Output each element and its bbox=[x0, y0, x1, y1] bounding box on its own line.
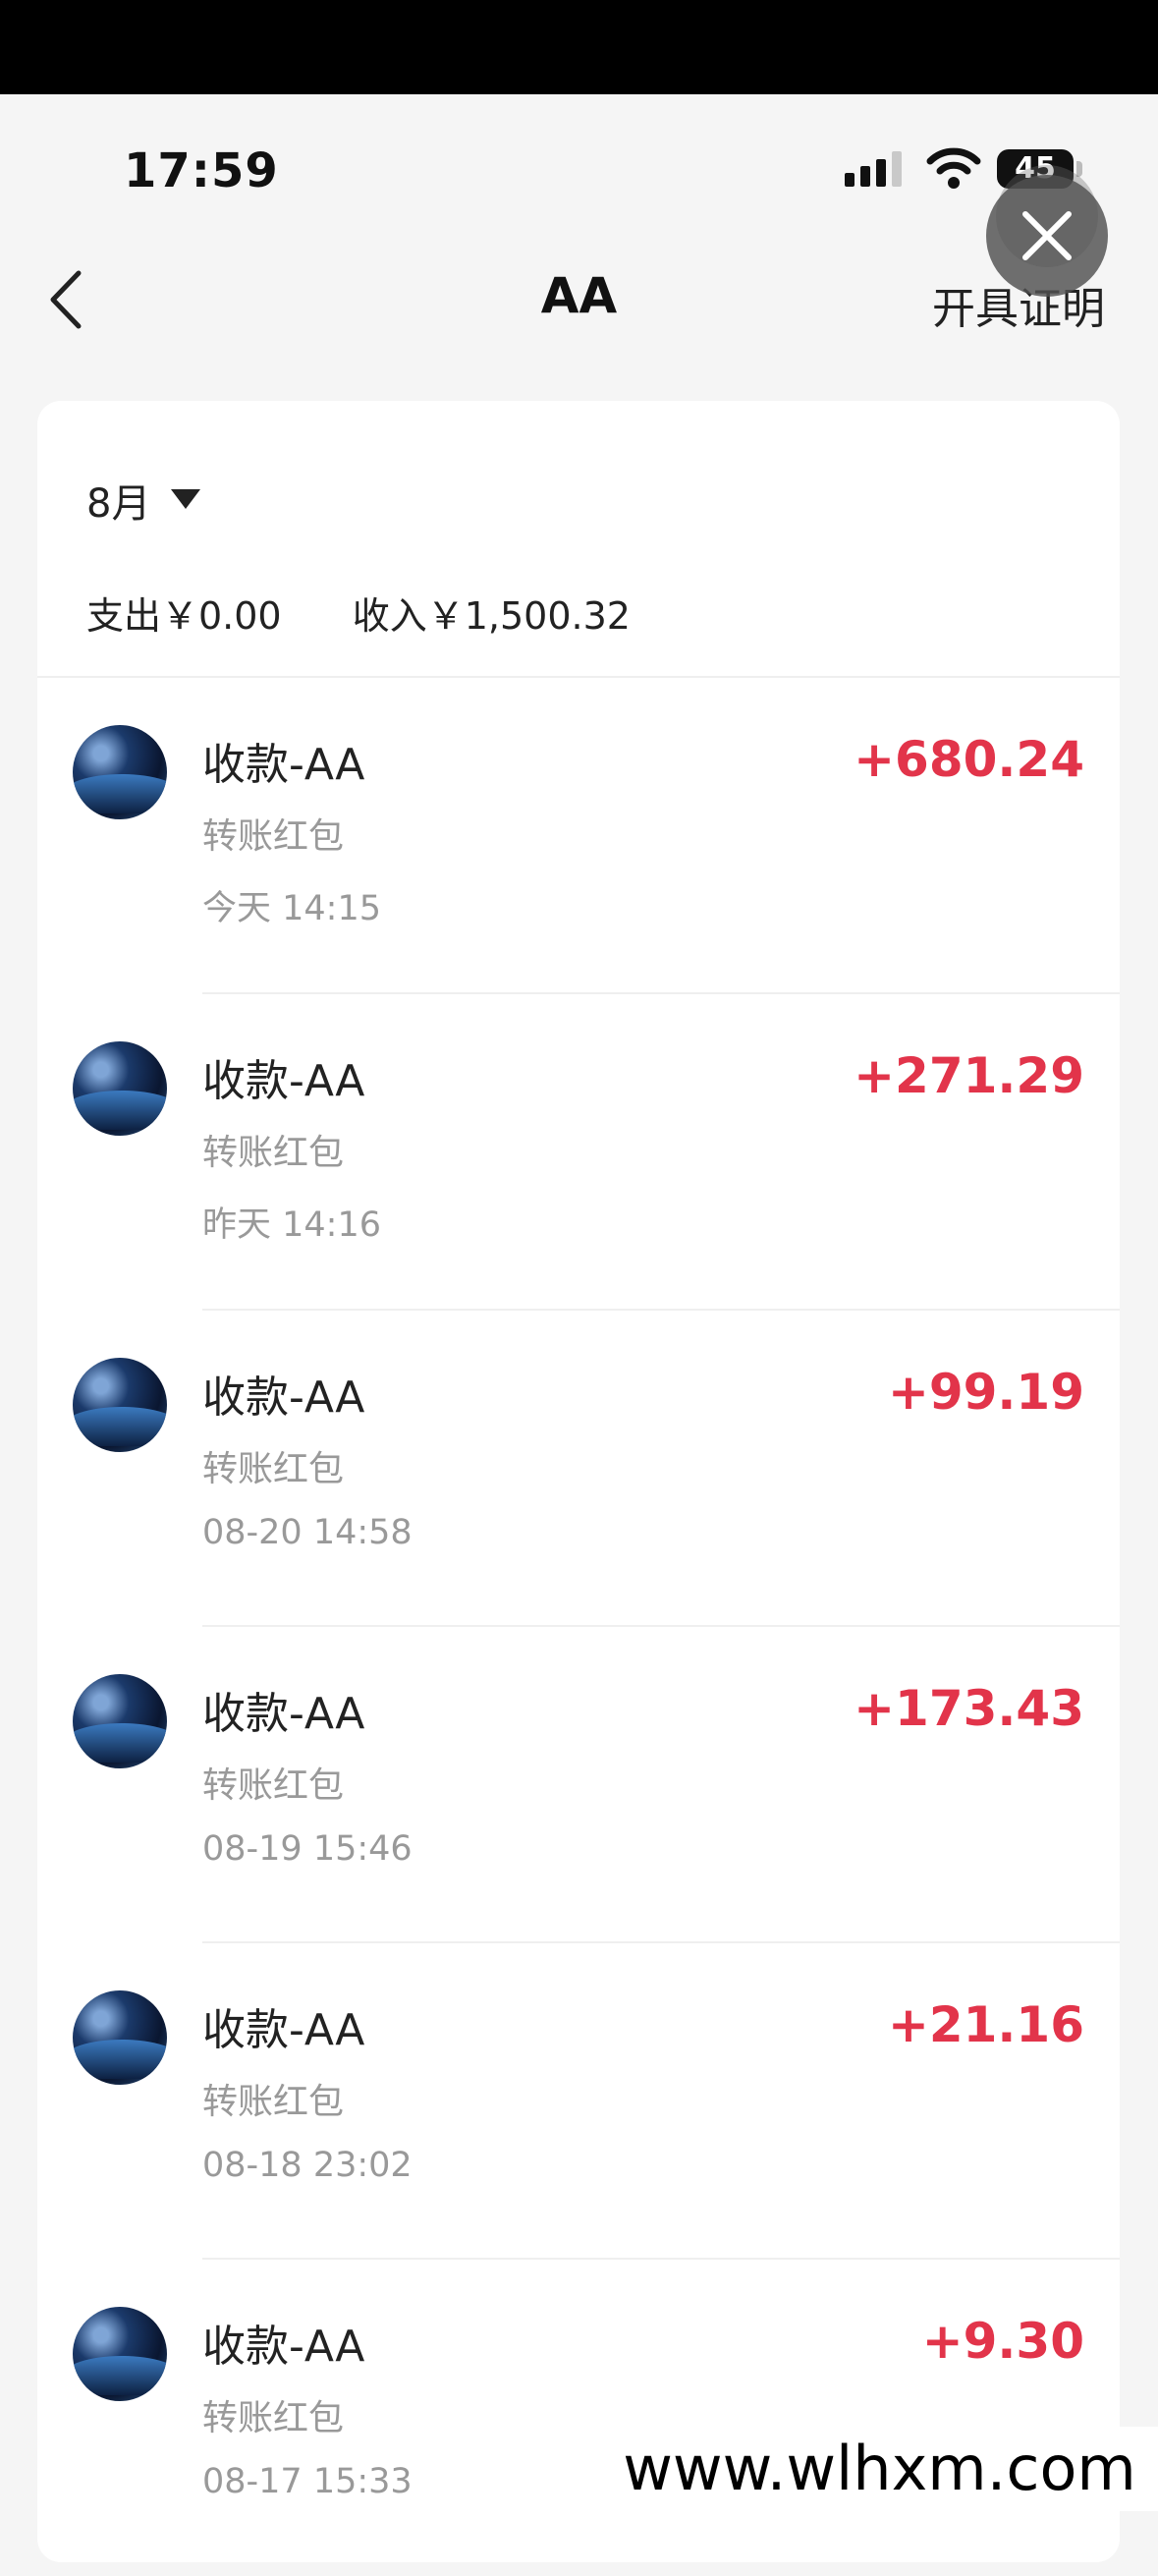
transaction-time: 08-17 15:33 bbox=[202, 2462, 413, 2501]
transaction-title: 收款-AA bbox=[202, 1372, 365, 1423]
month-filter[interactable]: 8月 bbox=[86, 472, 150, 529]
transaction-row[interactable]: 收款-AA 转账红包 昨天 14:16 +271.29 bbox=[37, 994, 1120, 1311]
triangle-down-icon[interactable] bbox=[169, 487, 202, 511]
transaction-row[interactable]: 收款-AA 转账红包 08-20 14:58 +99.19 bbox=[37, 1311, 1120, 1627]
transaction-subtitle: 转账红包 bbox=[202, 1133, 345, 1173]
transaction-subtitle: 转账红包 bbox=[202, 2398, 345, 2438]
transaction-subtitle: 转账红包 bbox=[202, 816, 345, 857]
navigation-bar: AA 开具证明 bbox=[0, 232, 1158, 369]
avatar bbox=[73, 2307, 167, 2401]
transaction-title: 收款-AA bbox=[202, 740, 365, 790]
transaction-amount: +271.29 bbox=[854, 1047, 1084, 1104]
close-overlay-button[interactable] bbox=[986, 175, 1108, 297]
transaction-time: 今天 14:15 bbox=[202, 889, 381, 928]
wifi-icon bbox=[926, 147, 981, 189]
transaction-row[interactable]: 收款-AA 转账红包 08-18 23:02 +21.16 bbox=[37, 1943, 1120, 2260]
transaction-time: 08-19 15:46 bbox=[202, 1829, 413, 1869]
month-summary: 支出￥0.00 收入￥1,500.32 bbox=[86, 586, 689, 640]
avatar bbox=[73, 1990, 167, 2085]
transaction-amount: +680.24 bbox=[854, 731, 1084, 788]
avatar bbox=[73, 725, 167, 819]
transaction-row[interactable]: 收款-AA 转账红包 08-19 15:46 +173.43 bbox=[37, 1627, 1120, 1943]
status-time: 17:59 bbox=[124, 143, 279, 198]
avatar bbox=[73, 1041, 167, 1136]
transaction-amount: +9.30 bbox=[921, 2313, 1084, 2370]
close-icon bbox=[1022, 211, 1072, 260]
avatar bbox=[73, 1674, 167, 1768]
transaction-title: 收款-AA bbox=[202, 2322, 365, 2372]
income-total: 收入￥1,500.32 bbox=[352, 594, 631, 638]
transaction-subtitle: 转账红包 bbox=[202, 1449, 345, 1489]
status-bar: 17:59 45 bbox=[0, 94, 1158, 232]
transaction-row[interactable]: 收款-AA 转账红包 08-17 15:33 +9.30 bbox=[37, 2260, 1120, 2576]
transaction-title: 收款-AA bbox=[202, 1056, 365, 1106]
watermark: www.wlhxm.com bbox=[601, 2427, 1158, 2511]
expense-total: 支出￥0.00 bbox=[86, 594, 282, 638]
signal-icon bbox=[845, 151, 902, 187]
transaction-amount: +173.43 bbox=[854, 1680, 1084, 1737]
transaction-subtitle: 转账红包 bbox=[202, 1765, 345, 1806]
transaction-title: 收款-AA bbox=[202, 2005, 365, 2055]
transaction-time: 08-18 23:02 bbox=[202, 2146, 413, 2185]
transaction-time: 昨天 14:16 bbox=[202, 1205, 381, 1245]
top-black-bar bbox=[0, 0, 1158, 94]
transaction-amount: +99.19 bbox=[887, 1364, 1084, 1421]
transaction-subtitle: 转账红包 bbox=[202, 2082, 345, 2122]
transaction-time: 08-20 14:58 bbox=[202, 1513, 413, 1552]
transactions-card: 8月 支出￥0.00 收入￥1,500.32 收款-AA 转账红包 今天 14:… bbox=[37, 401, 1120, 2562]
transaction-title: 收款-AA bbox=[202, 1689, 365, 1739]
transaction-amount: +21.16 bbox=[887, 1996, 1084, 2053]
avatar bbox=[73, 1358, 167, 1452]
transaction-row[interactable]: 收款-AA 转账红包 今天 14:15 +680.24 bbox=[37, 678, 1120, 994]
